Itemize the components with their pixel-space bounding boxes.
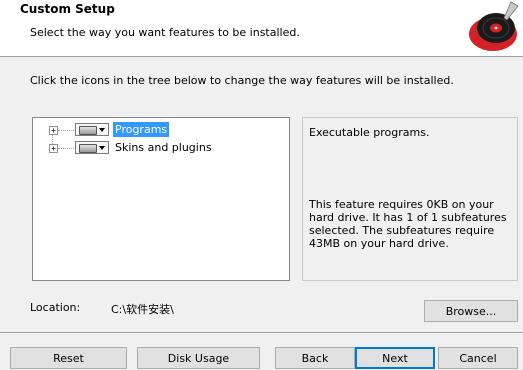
tree-connector [58, 148, 74, 149]
hard-drive-icon [79, 126, 97, 135]
reset-button[interactable]: Reset [10, 347, 127, 369]
feature-description: Executable programs. [309, 126, 430, 139]
dropdown-arrow-icon [99, 146, 105, 150]
feature-tree[interactable]: + Programs + Skins and plugins [32, 117, 290, 281]
page-subtitle: Select the way you want features to be i… [30, 26, 300, 39]
tree-item-label[interactable]: Skins and plugins [113, 140, 214, 155]
feature-requirements: This feature requires 0KB on your hard d… [309, 198, 507, 250]
location-value: C:\软件安装\ [111, 303, 174, 316]
dialog-header: Custom Setup Select the way you want fea… [0, 0, 523, 57]
disk-usage-button[interactable]: Disk Usage [137, 347, 260, 369]
browse-button[interactable]: Browse... [424, 300, 518, 322]
feature-description-panel: Executable programs. This feature requir… [302, 117, 518, 281]
instruction-text: Click the icons in the tree below to cha… [30, 74, 454, 87]
tree-item-programs[interactable]: + Programs [33, 122, 273, 138]
feature-install-dropdown[interactable] [75, 141, 109, 154]
tree-item-skins-and-plugins[interactable]: + Skins and plugins [33, 140, 273, 156]
vinyl-record-logo-icon [469, 1, 519, 51]
expand-plus-icon[interactable]: + [49, 144, 58, 153]
feature-install-dropdown[interactable] [75, 123, 109, 136]
expand-plus-icon[interactable]: + [49, 126, 58, 135]
next-button[interactable]: Next [355, 347, 435, 369]
dropdown-arrow-icon [99, 128, 105, 132]
cancel-button[interactable]: Cancel [438, 347, 518, 369]
divider [0, 332, 523, 334]
location-label: Location: [30, 301, 81, 314]
tree-connector [58, 130, 74, 131]
page-title: Custom Setup [20, 2, 115, 16]
hard-drive-icon [79, 144, 97, 153]
tree-item-label[interactable]: Programs [113, 122, 170, 137]
back-button[interactable]: Back [275, 347, 355, 369]
